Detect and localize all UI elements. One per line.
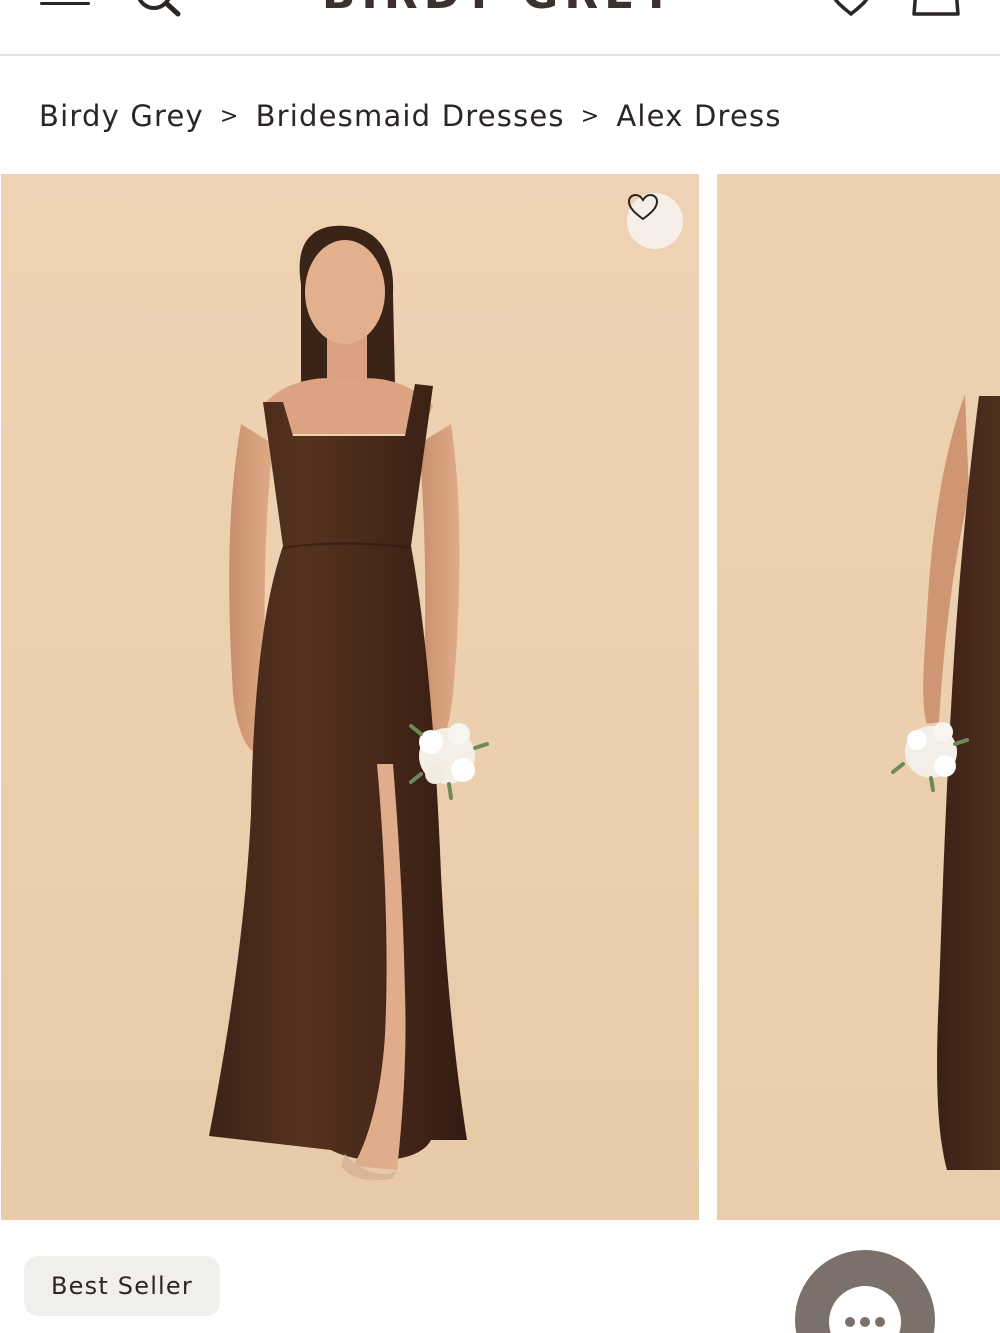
heart-icon	[627, 193, 659, 221]
site-header: BIRDY GREY	[0, 0, 1000, 56]
search-button[interactable]	[126, 0, 186, 20]
site-logo[interactable]: BIRDY GREY	[300, 0, 700, 18]
menu-button[interactable]	[40, 0, 92, 10]
breadcrumb: Birdy Grey > Bridesmaid Dresses > Alex D…	[39, 96, 782, 136]
best-seller-badge: Best Seller	[24, 1256, 220, 1316]
breadcrumb-current: Alex Dress	[616, 99, 782, 133]
breadcrumb-home[interactable]: Birdy Grey	[39, 99, 204, 133]
menu-icon	[40, 2, 90, 5]
heart-icon	[833, 0, 869, 16]
wishlist-button[interactable]	[828, 0, 874, 18]
product-gallery[interactable]	[0, 174, 1000, 1221]
product-image-main[interactable]	[1, 174, 699, 1220]
bag-icon	[912, 0, 960, 16]
breadcrumb-separator: >	[219, 103, 240, 129]
model-illustration	[209, 225, 489, 1181]
chat-icon	[829, 1286, 901, 1333]
search-icon	[137, 0, 181, 17]
model-illustration	[891, 394, 1000, 1170]
favorite-button[interactable]	[627, 193, 683, 249]
breadcrumb-category[interactable]: Bridesmaid Dresses	[256, 99, 565, 133]
chat-button[interactable]	[795, 1250, 935, 1333]
cart-button[interactable]	[910, 0, 962, 20]
product-image-secondary[interactable]	[717, 174, 1000, 1220]
breadcrumb-separator: >	[580, 103, 601, 129]
